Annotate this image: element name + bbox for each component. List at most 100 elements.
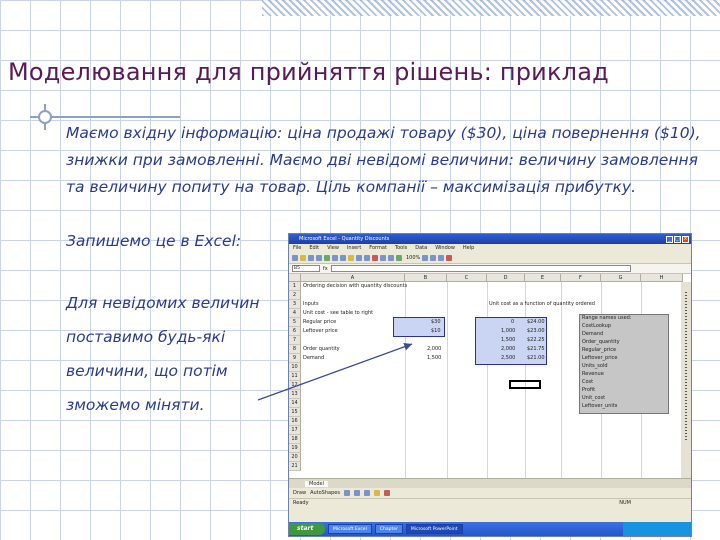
menu-window[interactable]: Window [435, 245, 455, 251]
sort-asc-icon[interactable] [380, 254, 386, 261]
cell-b6[interactable]: $10 [431, 327, 441, 335]
italic-icon[interactable] [438, 254, 445, 261]
task-powerpoint[interactable]: Microsoft PowerPoint [405, 524, 463, 534]
row-header[interactable]: 4 [289, 309, 301, 318]
vertical-scrollbar[interactable] [681, 282, 691, 478]
row-header[interactable]: 8 [289, 345, 301, 354]
col-header-h[interactable]: H [641, 274, 683, 282]
fill-color-icon[interactable] [373, 490, 380, 496]
autoshapes-menu[interactable]: AutoShapes [310, 490, 340, 496]
sort-desc-icon[interactable] [388, 254, 394, 261]
zoom-box[interactable]: 100% [406, 255, 420, 261]
bold-icon[interactable] [430, 254, 437, 261]
col-header-g[interactable]: G [601, 274, 641, 282]
menu-file[interactable]: File [293, 245, 301, 251]
new-icon[interactable] [292, 254, 298, 261]
cell-a6[interactable]: Leftover price [303, 327, 338, 335]
col-header-b[interactable]: B [405, 274, 447, 282]
spellcheck-icon[interactable] [324, 254, 330, 261]
arrow-icon[interactable] [353, 490, 360, 496]
row-header[interactable]: 2 [289, 291, 301, 300]
cut-icon[interactable] [332, 254, 338, 261]
cell-a4[interactable]: Unit cost - see table to right [303, 309, 373, 317]
col-header-a[interactable]: A [301, 274, 405, 282]
col-header-e[interactable]: E [525, 274, 561, 282]
task-chapter[interactable]: Chapter [374, 524, 403, 534]
row-header[interactable]: 21 [289, 462, 301, 471]
row-header[interactable]: 9 [289, 354, 301, 363]
cell-b9[interactable]: 1,500 [427, 354, 441, 362]
worksheet-grid[interactable]: A B C D E F G H 1 2 3 4 5 6 7 8 9 10 11 … [289, 274, 691, 478]
cell-d7[interactable]: 2,000 [501, 345, 515, 353]
row-header[interactable]: 13 [289, 390, 301, 399]
col-header-f[interactable]: F [561, 274, 601, 282]
font-color-draw-icon[interactable] [383, 490, 390, 496]
help-icon[interactable] [422, 254, 429, 261]
cell-d3[interactable]: Unit cost as a function of quantity orde… [489, 300, 595, 308]
cell-a3[interactable]: Inputs [303, 300, 319, 308]
row-header[interactable]: 6 [289, 327, 301, 336]
cell-d4[interactable]: 0 [511, 318, 514, 326]
row-header[interactable]: 5 [289, 318, 301, 327]
rectangle-icon[interactable] [363, 490, 370, 496]
cell-d8[interactable]: 2,500 [501, 354, 515, 362]
menu-view[interactable]: View [327, 245, 339, 251]
row-header[interactable]: 3 [289, 300, 301, 309]
menu-format[interactable]: Format [369, 245, 387, 251]
select-all-corner[interactable] [289, 274, 301, 282]
minimize-icon[interactable]: _ [666, 235, 673, 243]
row-header[interactable]: 1 [289, 282, 301, 291]
start-button[interactable]: start [289, 523, 325, 535]
cell-e8[interactable]: $21.00 [527, 354, 545, 362]
row-header[interactable]: 10 [289, 363, 301, 372]
menu-help[interactable]: Help [463, 245, 474, 251]
cell-d5[interactable]: 1,000 [501, 327, 515, 335]
chart-wizard-icon[interactable] [396, 254, 402, 261]
cell-b5[interactable]: $30 [431, 318, 441, 326]
cell-a5[interactable]: Regular price [303, 318, 336, 326]
row-header[interactable]: 17 [289, 426, 301, 435]
paste-icon[interactable] [348, 254, 354, 261]
cell-e6[interactable]: $22.25 [527, 336, 545, 344]
menu-insert[interactable]: Insert [347, 245, 361, 251]
row-header[interactable]: 11 [289, 372, 301, 381]
menu-tools[interactable]: Tools [395, 245, 407, 251]
undo-icon[interactable] [356, 254, 362, 261]
cell-e5[interactable]: $23.00 [527, 327, 545, 335]
maximize-icon[interactable]: □ [674, 235, 681, 243]
row-header[interactable]: 7 [289, 336, 301, 345]
print-icon[interactable] [316, 254, 322, 261]
menu-data[interactable]: Data [415, 245, 427, 251]
row-header[interactable]: 14 [289, 399, 301, 408]
cell-a9[interactable]: Demand [303, 354, 324, 362]
save-icon[interactable] [308, 254, 314, 261]
name-box[interactable]: B5 [292, 265, 320, 272]
open-icon[interactable] [300, 254, 306, 261]
row-header[interactable]: 16 [289, 417, 301, 426]
cell-d6[interactable]: 1,500 [501, 336, 515, 344]
menu-edit[interactable]: Edit [309, 245, 319, 251]
redo-icon[interactable] [364, 254, 370, 261]
cell-e7[interactable]: $21.75 [527, 345, 545, 353]
copy-icon[interactable] [340, 254, 346, 261]
active-cell-cursor[interactable] [509, 380, 541, 389]
col-header-d[interactable]: D [487, 274, 525, 282]
row-header[interactable]: 15 [289, 408, 301, 417]
draw-menu[interactable]: Draw [293, 490, 306, 496]
cell-a1[interactable]: Ordering decision with quantity discount… [303, 282, 407, 290]
row-header[interactable]: 12 [289, 381, 301, 390]
cell-a8[interactable]: Order quantity [303, 345, 340, 353]
row-header[interactable]: 18 [289, 435, 301, 444]
font-color-icon[interactable] [446, 254, 453, 261]
cell-b8[interactable]: 2,000 [427, 345, 441, 353]
col-header-c[interactable]: C [447, 274, 487, 282]
cell-e4[interactable]: $24.00 [527, 318, 545, 326]
row-header[interactable]: 19 [289, 444, 301, 453]
formula-input[interactable] [330, 265, 631, 272]
task-excel[interactable]: Microsoft Excel [328, 524, 372, 534]
close-icon[interactable]: × [682, 235, 689, 243]
autosum-icon[interactable] [372, 254, 378, 261]
line-icon[interactable] [343, 490, 350, 496]
row-header[interactable]: 20 [289, 453, 301, 462]
tab-model[interactable]: Model [305, 480, 329, 487]
